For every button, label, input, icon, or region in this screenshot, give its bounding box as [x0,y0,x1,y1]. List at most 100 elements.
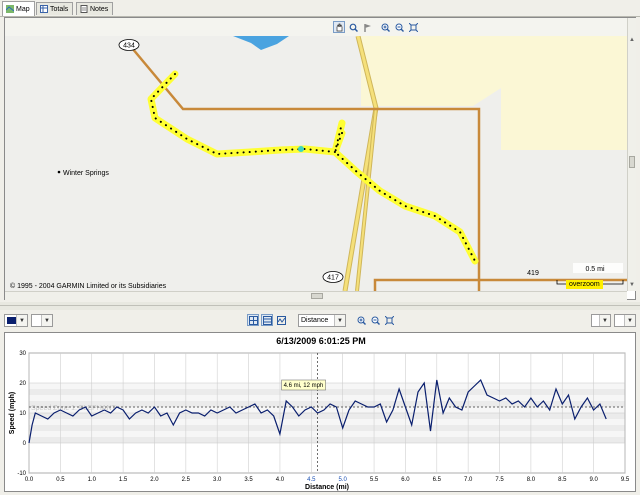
hand-icon[interactable] [333,21,345,33]
series-color-select[interactable]: ▼ [4,314,28,327]
chart-toolbar: ▼ ▼ Distance ▼ ▼ ▼ [0,310,640,332]
x-axis-select-value: Distance [301,317,329,324]
right-series-color-select[interactable]: ▼ [591,314,611,327]
chevron-down-icon: ▼ [41,315,52,326]
x-tick-label: 9.0 [589,477,598,483]
x-tick-labels: 0.0 0.5 1.0 1.5 2.0 2.5 3.0 3.5 4.0 4.5 5.0 5.5 6.0 6… [25,477,630,483]
x-tick-label: 2.5 [182,477,191,483]
x-tick-label: 7.0 [464,477,473,483]
zone-band [29,419,625,425]
road-label-419: 419 [527,270,539,277]
chevron-down-icon: ▼ [599,315,610,326]
x-tick-label: 2.0 [150,477,159,483]
map-icon [5,5,15,13]
x-tick-label: 0.0 [25,477,34,483]
chevron-down-icon: ▼ [334,315,345,326]
y-tick-labels: -10 0 10 20 30 [17,351,26,477]
x-tick-label: 6.0 [401,477,410,483]
map-panel: Winter Springs 434 417 419 0.5 mi © 1995… [4,17,636,300]
road-shield-434: 434 [118,39,140,51]
zone-band [29,431,625,437]
speed-zone-label: Speed Zone 1: ELEPHANT [31,405,117,412]
chevron-down-icon: ▼ [16,315,27,326]
x-tick-label: 6.5 [433,477,442,483]
road-shield-417: 417 [322,271,344,283]
scroll-down-icon[interactable]: ▼ [628,281,636,289]
x-tick-label: 4.0 [276,477,285,483]
right-series-select[interactable]: ▼ [614,314,636,327]
x-tick-label: 5.5 [370,477,379,483]
zone-band [29,437,625,443]
map-vertical-scrollbar[interactable]: ▲ ▼ [627,18,636,291]
tab-notes[interactable]: Notes [76,2,114,15]
y-tick-label: 20 [19,381,26,387]
chart-grid [28,352,626,474]
x-tick-label: 5.0 [339,477,348,483]
y-tick-label: 30 [19,351,26,357]
town-dot [57,170,61,174]
flag-icon[interactable] [361,21,373,33]
zone-band [29,389,625,395]
y-tick-label: 10 [19,411,26,417]
map-copyright: © 1995 - 2004 GARMIN Limited or its Subs… [10,282,167,290]
map-canvas[interactable]: Winter Springs 434 417 419 0.5 mi © 1995… [5,36,627,291]
tab-notes-label: Notes [90,5,109,13]
x-tick-label: 1.5 [119,477,128,483]
x-tick-label: 3.0 [213,477,222,483]
svg-text:4.6 mi, 12 mph: 4.6 mi, 12 mph [284,383,324,389]
svg-text:0.5 mi: 0.5 mi [585,266,605,273]
table-icon [40,5,48,13]
tab-map-label: Map [16,5,30,13]
map-drawing: Winter Springs 434 417 419 0.5 mi © 1995… [5,36,627,291]
x-tick-label: 8.0 [527,477,536,483]
chart-zoom-in-icon[interactable] [355,314,367,326]
zoom-icon[interactable] [347,21,359,33]
cursor-tooltip: 4.6 mi, 12 mph [281,379,326,391]
track-cursor-marker [298,146,304,152]
stacked-view-icon[interactable] [261,314,273,326]
x-tick-label: 7.5 [495,477,504,483]
zone-band [29,413,625,419]
series-color-swatch [7,317,16,324]
town-label: Winter Springs [63,170,109,177]
x-tick-label: 9.5 [621,477,630,483]
y-axis-label: Speed (mph) [9,392,16,434]
tab-totals[interactable]: Totals [36,2,74,15]
zoom-in-icon[interactable] [379,21,391,33]
tab-totals-label: Totals [50,5,69,13]
zoom-out-icon[interactable] [393,21,405,33]
vertical-scroll-thumb[interactable] [629,156,635,168]
svg-text:434: 434 [123,43,135,50]
y-tick-label: -10 [17,471,26,477]
x-axis-label: Distance (mi) [305,484,349,491]
view-tab-bar: Map Totals Notes [0,0,640,17]
horizontal-scroll-thumb[interactable] [311,293,323,299]
y-tick-label: 0 [23,441,27,447]
fit-icon[interactable] [407,21,419,33]
x-tick-label: 3.5 [244,477,253,483]
svg-text:417: 417 [327,275,339,282]
line-view-icon[interactable] [275,314,287,326]
chart-zoom-out-icon[interactable] [369,314,381,326]
panel-splitter[interactable] [0,302,640,310]
x-tick-label: 1.0 [88,477,97,483]
chevron-down-icon: ▼ [624,315,635,326]
tab-map[interactable]: Map [2,1,35,16]
x-tick-label: 0.5 [56,477,65,483]
zone-band [29,425,625,431]
notes-icon [80,5,88,13]
chart-plot: 0.0 0.5 1.0 1.5 2.0 2.5 3.0 3.5 4.0 4.5 5.0 5.5 6.0 6… [9,351,630,491]
chart-fit-icon[interactable] [383,314,395,326]
zone-band [29,395,625,401]
speed-chart[interactable]: 6/13/2009 6:01:25 PM 0.0 0.5 1.0 1.5 2.0 2.5 3… [4,332,636,492]
x-axis-select[interactable]: Distance ▼ [298,314,346,327]
grid-view-icon[interactable] [247,314,259,326]
map-horizontal-scrollbar[interactable] [5,291,627,300]
map-toolbar [5,18,627,37]
zone-band [29,383,625,389]
chart-panel: ▼ ▼ Distance ▼ ▼ ▼ 6/13/2009 6:01:25 PM … [0,310,640,495]
x-tick-label: 8.5 [558,477,567,483]
overzoom-badge: overzoom [566,280,603,289]
scroll-up-icon[interactable]: ▲ [628,36,636,44]
secondary-series-select[interactable]: ▼ [31,314,53,327]
